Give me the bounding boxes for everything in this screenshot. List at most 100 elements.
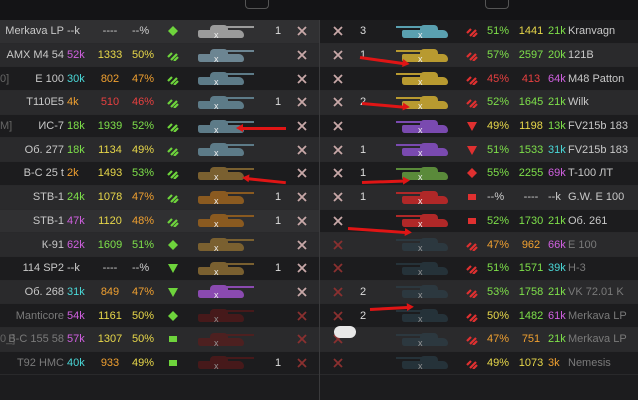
player-name[interactable]: 121B [568,44,638,67]
player-name[interactable]: AMX M4 54 [0,44,64,67]
player-name[interactable]: STB-1 [0,186,64,209]
player-name[interactable]: В-С 155 58 [0,328,64,351]
battles-stat: 21k [548,25,566,38]
wn8-stat: 1609 [97,238,123,251]
battles-stat: 66k [548,238,566,251]
top-bar [0,0,638,20]
battles-stat: 2k [67,167,79,180]
player-name[interactable]: Manticore [0,304,64,327]
wn8-stat: 1493 [97,167,123,180]
player-row[interactable]: x 47% 751 21k Merkava LP [320,327,638,352]
player-name[interactable]: Об. 268 [0,281,64,304]
player-row[interactable]: 1 x 51% 1533 31k FV215b 183 [320,138,638,163]
player-row[interactable]: Manticore 54k 1161 50% x [0,304,319,328]
player-row[interactable]: AMX M4 54 52k 1333 50% x [0,43,319,68]
wn8-stat: 1073 [518,356,544,369]
frag-icon [332,257,346,280]
player-row[interactable]: 0_] В-С 155 58 57k 1307 50% x [0,327,319,352]
winrate-stat: 47% [132,285,155,298]
winrate-stat: 49% [132,143,155,156]
tank-icon: x [188,186,268,209]
rank-icon [167,257,179,280]
player-name[interactable]: Об. 277 [0,138,64,161]
battles-stat: 39k [548,262,566,275]
squad-number: 1 [275,214,282,227]
player-name[interactable]: STB-1 [0,210,64,233]
player-name[interactable]: Merkava LP [0,20,64,43]
winrate-stat: 51% [487,262,510,275]
rank-icon [466,352,478,375]
player-name[interactable]: Merkava LP [568,328,638,351]
team-left-emblem-icon [245,0,269,9]
player-name[interactable]: T110E5 [0,91,64,114]
player-name[interactable]: В-С 25 t [0,162,64,185]
player-name[interactable]: T92 HMC [0,352,64,375]
voice-toggle-icon[interactable] [334,326,356,338]
player-name[interactable]: FV215b 183 [568,115,638,138]
battles-stat: 40k [67,356,85,369]
player-row[interactable]: 1 x 57% 2597 20k 121B [320,43,638,68]
player-row[interactable]: Merkava LP --k ---- --% x 1 [0,20,319,44]
player-row[interactable]: К-91 62k 1609 51% x [0,233,319,257]
squad-number: 3 [360,25,367,38]
wn8-stat: 2255 [518,167,544,180]
rank-icon [466,44,478,67]
player-name[interactable]: Wilk [568,91,638,114]
player-name[interactable]: Н-3 [568,257,638,280]
player-row[interactable]: STB-1 47k 1120 48% x 1 [0,209,319,234]
wn8-stat: 1533 [518,143,544,156]
rank-icon [167,67,179,90]
enemy-team-list: 3 x 51% 1441 21k Kranvagn 1 x 57% 2597 20k 121B x 45%… [320,20,638,400]
player-row[interactable]: 0] E 100 30k 802 47% x [0,67,319,92]
player-row[interactable]: T110E5 4k 510 46% x 1 [0,91,319,115]
player-name[interactable]: T-100 ЛТ [568,162,638,185]
player-row[interactable]: x 45% 413 64k M48 Patton [320,67,638,92]
player-name[interactable]: G.W. E 100 [568,186,638,209]
player-name[interactable]: Kranvagn [568,20,638,43]
player-row[interactable]: x 49% 1073 3k Nemesis [320,352,638,376]
player-row[interactable]: 2 x 53% 1758 21k VK 72.01 K [320,280,638,305]
tank-icon: x [392,186,472,209]
player-row[interactable]: 3 x 51% 1441 21k Kranvagn [320,20,638,44]
tank-icon: x [392,210,472,233]
player-row[interactable]: x 47% 962 66k E 100 [320,233,638,257]
battles-stat: 24k [67,191,85,204]
player-name[interactable]: Об. 261 [568,210,638,233]
player-name[interactable]: E 100 [0,67,64,90]
rank-icon [466,304,478,327]
frag-icon [332,233,346,256]
winrate-stat: 57% [487,49,510,62]
tank-icon: x [188,281,268,304]
player-name[interactable]: FV215b 183 [568,138,638,161]
player-name[interactable]: ИС-7 [0,115,64,138]
rank-icon [466,281,478,304]
player-row[interactable]: 114 SP2 --k ---- --% x 1 [0,257,319,281]
player-name[interactable]: Nemesis [568,352,638,375]
player-row[interactable]: x 51% 1571 39k Н-3 [320,257,638,281]
winrate-stat: 51% [487,25,510,38]
player-row[interactable]: Об. 277 18k 1134 49% x [0,138,319,163]
battles-stat: --k [548,191,561,204]
player-name[interactable]: К-91 [0,233,64,256]
player-row[interactable]: T92 HMC 40k 933 49% x 1 [0,352,319,376]
rank-icon [466,328,478,351]
player-name[interactable]: E 100 [568,233,638,256]
tank-icon: x [392,233,472,256]
rank-icon [167,304,179,327]
player-row[interactable]: 2 x 50% 1482 61k Merkava LP [320,304,638,328]
player-row[interactable]: STB-1 24k 1078 47% x 1 [0,185,319,210]
battles-stat: --k [67,25,80,38]
player-row[interactable]: x 49% 1198 13k FV215b 183 [320,115,638,139]
frag-icon [296,210,310,233]
player-name[interactable]: VK 72.01 K [568,281,638,304]
battles-stat: 64k [548,72,566,85]
frag-icon [296,20,310,43]
player-name[interactable]: M48 Patton [568,67,638,90]
player-row[interactable]: 1 x --% ---- --k G.W. E 100 [320,185,638,210]
player-row[interactable]: Об. 268 31k 849 47% x [0,280,319,305]
player-name[interactable]: 114 SP2 [0,257,64,280]
player-name[interactable]: Merkava LP [568,304,638,327]
annotation-arrow [236,124,286,132]
rank-icon [466,162,478,185]
winrate-stat: 49% [487,120,510,133]
